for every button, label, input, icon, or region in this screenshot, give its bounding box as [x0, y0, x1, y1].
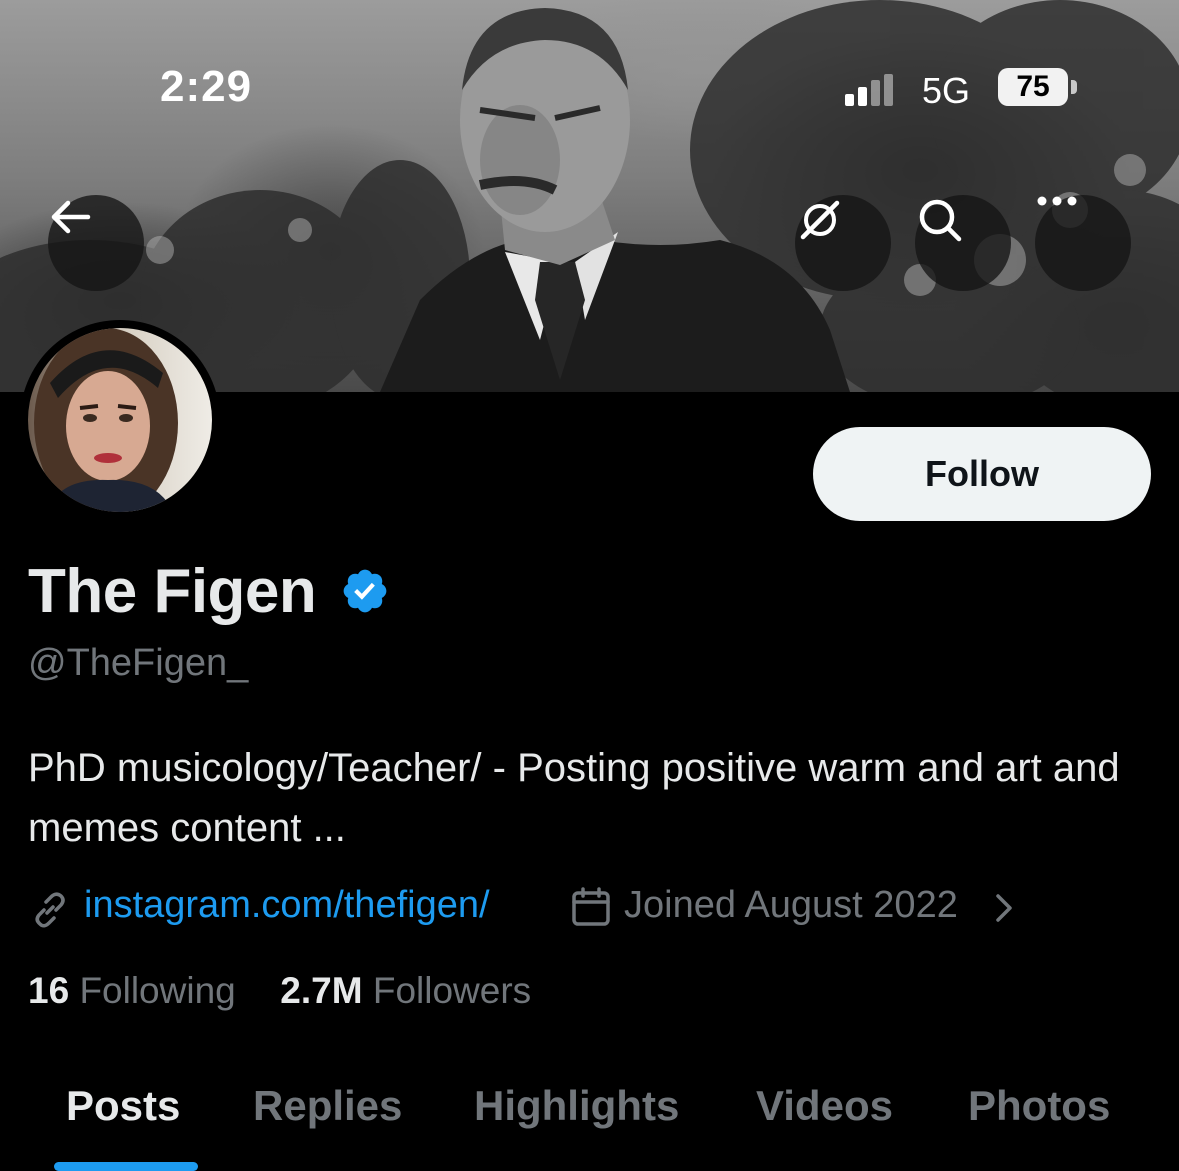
active-tab-indicator: [54, 1162, 198, 1171]
avatar-photo: [28, 328, 212, 512]
tab-highlights[interactable]: Highlights: [474, 1082, 679, 1130]
followers-count: 2.7M: [280, 970, 363, 1011]
profile-meta: instagram.com/thefigen/ Joined August 20…: [30, 884, 1150, 934]
following-count: 16: [28, 970, 70, 1011]
follow-stats: 16 Following 2.7M Followers: [28, 970, 531, 1012]
status-time: 2:29: [160, 62, 253, 111]
calendar-icon: [572, 887, 610, 926]
tab-videos[interactable]: Videos: [756, 1082, 893, 1130]
followers-link[interactable]: 2.7M Followers: [280, 970, 531, 1011]
joined-date[interactable]: Joined August 2022: [624, 884, 958, 927]
battery-icon: [1071, 80, 1077, 94]
chevron-right-icon[interactable]: [992, 892, 1016, 924]
username-handle: @TheFigen_: [28, 642, 249, 684]
verified-badge-icon[interactable]: [340, 566, 390, 616]
network-type: 5G: [922, 70, 971, 111]
bio-text: PhD musicology/Teacher/ - Posting positi…: [28, 746, 1120, 850]
more-icon: [1037, 196, 1077, 206]
following-link[interactable]: 16 Following: [28, 970, 246, 1011]
more-options-button[interactable]: [1035, 195, 1131, 291]
grok-icon: [800, 200, 840, 240]
display-name: The Figen: [28, 557, 317, 626]
grok-button[interactable]: [795, 195, 891, 291]
battery-level: 75: [998, 68, 1068, 106]
banner-photo: [0, 0, 1179, 392]
search-button[interactable]: [915, 195, 1011, 291]
following-label: Following: [79, 970, 236, 1011]
tab-replies[interactable]: Replies: [253, 1082, 402, 1130]
back-arrow-icon: [51, 200, 91, 234]
cellular-signal-icon: [845, 74, 897, 106]
back-button[interactable]: [48, 195, 144, 291]
website-link[interactable]: instagram.com/thefigen/: [84, 884, 490, 927]
followers-label: Followers: [372, 970, 532, 1011]
avatar[interactable]: [20, 320, 220, 520]
link-icon: [35, 892, 65, 928]
search-icon: [919, 199, 962, 242]
profile-banner[interactable]: 2:29 5G 75: [0, 0, 1179, 392]
tab-posts[interactable]: Posts: [66, 1082, 180, 1130]
tab-photos[interactable]: Photos: [968, 1082, 1110, 1130]
profile-tabs: Posts Replies Highlights Videos Photos: [0, 1078, 1179, 1171]
follow-button[interactable]: Follow: [813, 427, 1151, 521]
